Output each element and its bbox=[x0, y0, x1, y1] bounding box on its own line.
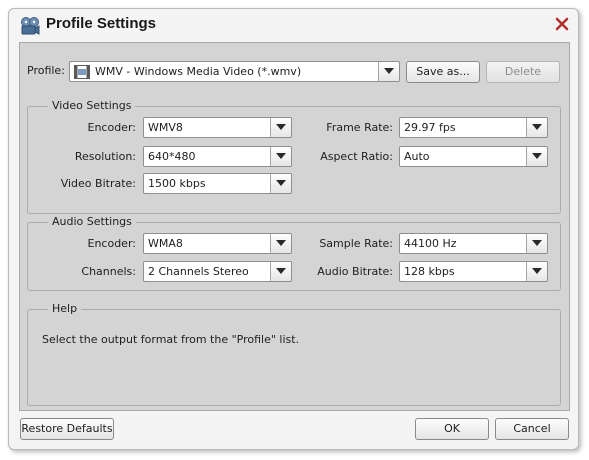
channels-dropdown[interactable] bbox=[270, 262, 291, 281]
frame-rate-label: Frame Rate: bbox=[326, 121, 393, 134]
frame-rate-select[interactable]: 29.97 fps bbox=[399, 117, 548, 138]
video-encoder-value: WMV8 bbox=[148, 121, 183, 134]
audio-settings-title: Audio Settings bbox=[48, 215, 136, 228]
channels-select[interactable]: 2 Channels Stereo bbox=[143, 261, 292, 282]
chevron-down-icon bbox=[532, 124, 542, 130]
help-text: Select the output format from the "Profi… bbox=[42, 333, 300, 346]
delete-button[interactable]: Delete bbox=[486, 61, 560, 83]
sample-rate-label: Sample Rate: bbox=[319, 237, 393, 250]
resolution-value: 640*480 bbox=[148, 150, 196, 163]
title-bar: Profile Settings bbox=[9, 9, 578, 41]
chevron-down-icon bbox=[532, 240, 542, 246]
audio-encoder-value: WMA8 bbox=[148, 237, 183, 250]
resolution-label: Resolution: bbox=[74, 150, 136, 163]
sample-rate-dropdown[interactable] bbox=[526, 234, 547, 253]
resolution-select[interactable]: 640*480 bbox=[143, 146, 292, 167]
video-bitrate-select[interactable]: 1500 kbps bbox=[143, 173, 292, 194]
help-group: Help Select the output format from the "… bbox=[27, 302, 561, 406]
video-encoder-dropdown[interactable] bbox=[270, 118, 291, 137]
chevron-down-icon bbox=[276, 153, 286, 159]
help-title: Help bbox=[48, 302, 82, 315]
audio-bitrate-value: 128 kbps bbox=[404, 265, 455, 278]
audio-encoder-select[interactable]: WMA8 bbox=[143, 233, 292, 254]
audio-bitrate-select[interactable]: 128 kbps bbox=[399, 261, 548, 282]
audio-encoder-dropdown[interactable] bbox=[270, 234, 291, 253]
profile-settings-dialog: Profile Settings Profile: WMV - Windows … bbox=[8, 8, 579, 450]
frame-rate-value: 29.97 fps bbox=[404, 121, 456, 134]
cancel-button[interactable]: Cancel bbox=[495, 418, 569, 440]
settings-panel: Profile: WMV - Windows Media Video (*.wm… bbox=[19, 42, 570, 411]
profile-value: WMV - Windows Media Video (*.wmv) bbox=[95, 65, 302, 78]
chevron-down-icon bbox=[276, 180, 286, 186]
channels-value: 2 Channels Stereo bbox=[148, 265, 249, 278]
profile-label: Profile: bbox=[27, 64, 65, 77]
video-bitrate-dropdown[interactable] bbox=[270, 174, 291, 193]
restore-defaults-button[interactable]: Restore Defaults bbox=[20, 418, 114, 440]
video-settings-title: Video Settings bbox=[48, 99, 136, 112]
audio-encoder-label: Encoder: bbox=[87, 237, 137, 250]
video-encoder-label: Encoder: bbox=[87, 121, 137, 134]
aspect-ratio-dropdown[interactable] bbox=[526, 147, 547, 166]
frame-rate-dropdown[interactable] bbox=[526, 118, 547, 137]
save-as-button[interactable]: Save as... bbox=[406, 61, 480, 83]
audio-bitrate-label: Audio Bitrate: bbox=[317, 265, 393, 278]
profile-dropdown-button[interactable] bbox=[378, 62, 399, 81]
audio-bitrate-dropdown[interactable] bbox=[526, 262, 547, 281]
resolution-dropdown[interactable] bbox=[270, 147, 291, 166]
chevron-down-icon bbox=[532, 268, 542, 274]
video-bitrate-label: Video Bitrate: bbox=[60, 177, 136, 190]
chevron-down-icon bbox=[276, 240, 286, 246]
dialog-title: Profile Settings bbox=[46, 15, 157, 32]
close-x-icon[interactable] bbox=[554, 16, 570, 32]
chevron-down-icon bbox=[276, 268, 286, 274]
profile-select[interactable]: WMV - Windows Media Video (*.wmv) bbox=[69, 61, 400, 82]
aspect-ratio-select[interactable]: Auto bbox=[399, 146, 548, 167]
aspect-ratio-value: Auto bbox=[404, 150, 430, 163]
sample-rate-value: 44100 Hz bbox=[404, 237, 457, 250]
chevron-down-icon bbox=[532, 153, 542, 159]
ok-button[interactable]: OK bbox=[415, 418, 489, 440]
aspect-ratio-label: Aspect Ratio: bbox=[320, 150, 393, 163]
video-bitrate-value: 1500 kbps bbox=[148, 177, 206, 190]
chevron-down-icon bbox=[384, 68, 394, 74]
video-encoder-select[interactable]: WMV8 bbox=[143, 117, 292, 138]
channels-label: Channels: bbox=[81, 265, 136, 278]
wmv-file-icon bbox=[74, 65, 90, 82]
film-reel-icon bbox=[20, 16, 40, 36]
sample-rate-select[interactable]: 44100 Hz bbox=[399, 233, 548, 254]
chevron-down-icon bbox=[276, 124, 286, 130]
